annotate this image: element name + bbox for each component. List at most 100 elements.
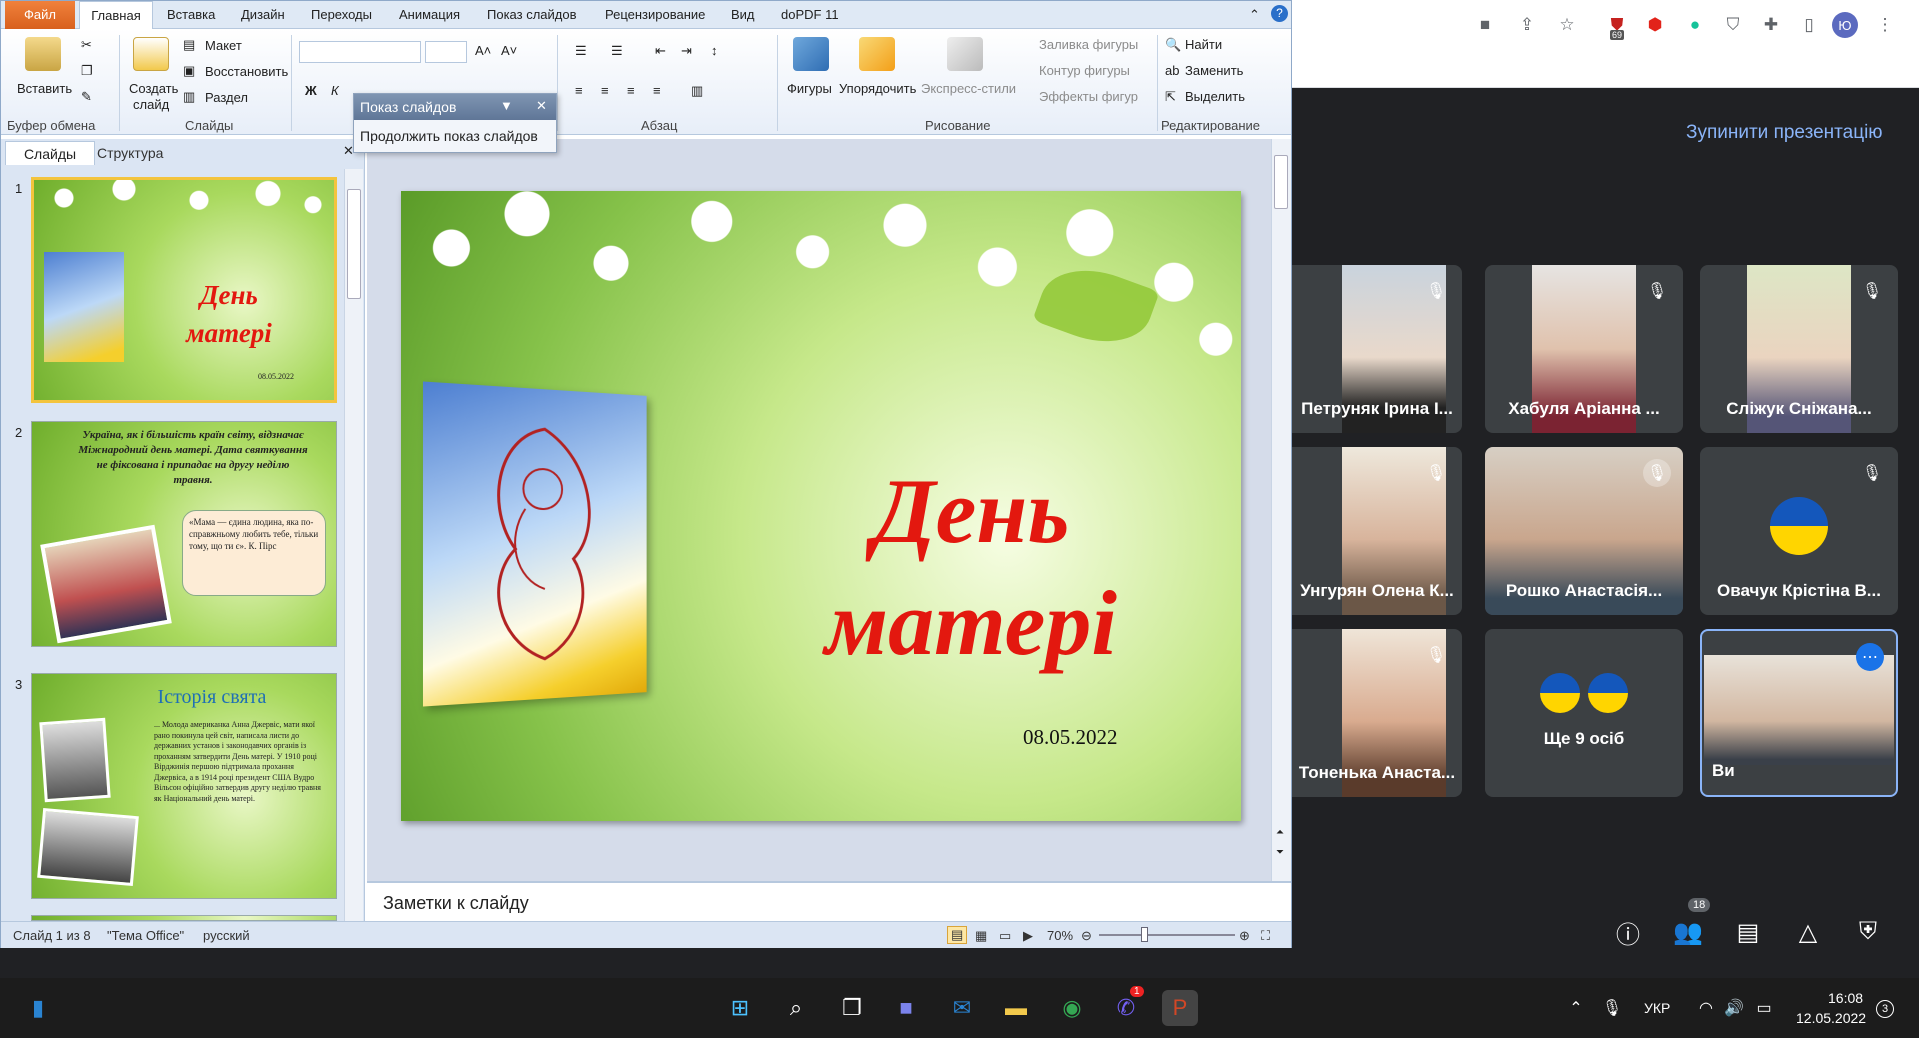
- paste-icon[interactable]: [25, 37, 61, 71]
- menu-dots-icon[interactable]: ⋮: [1872, 12, 1898, 38]
- powerpoint-icon[interactable]: P: [1162, 990, 1198, 1026]
- slide-date[interactable]: 08.05.2022: [1023, 725, 1118, 750]
- resume-slideshow-item[interactable]: Продолжить показ слайдов: [360, 128, 538, 144]
- align-left-icon[interactable]: ≡: [575, 83, 583, 98]
- layout-button[interactable]: Макет: [205, 38, 242, 53]
- viber-icon[interactable]: ✆ 1: [1108, 990, 1144, 1026]
- bookmark-star-icon[interactable]: ☆: [1554, 12, 1580, 38]
- section-button[interactable]: Раздел: [205, 90, 248, 105]
- next-slide-icon[interactable]: ⏷: [1276, 847, 1284, 858]
- slide-sorter-icon[interactable]: ▦: [975, 928, 987, 944]
- find-button[interactable]: Найти: [1185, 37, 1222, 52]
- select-button[interactable]: Выделить: [1185, 89, 1245, 104]
- bullets-icon[interactable]: ☰: [575, 43, 587, 59]
- side-panel-icon[interactable]: ▯: [1796, 12, 1822, 38]
- folder-icon[interactable]: ▮: [20, 990, 56, 1026]
- participant-tile[interactable]: 🎙 Петруняк Ірина І...: [1292, 265, 1462, 433]
- bold-icon[interactable]: Ж: [305, 83, 317, 98]
- participant-tile[interactable]: 🎙 Унгурян Олена К...: [1292, 447, 1462, 615]
- quick-styles-button[interactable]: Экспресс-стили: [921, 81, 1016, 96]
- participant-tile[interactable]: 🎙 Рошко Анастасія...: [1485, 447, 1683, 615]
- mail-icon[interactable]: ✉: [944, 990, 980, 1026]
- reset-button[interactable]: Восстановить: [205, 64, 288, 79]
- grow-font-icon[interactable]: A˄: [475, 43, 491, 58]
- shapes-icon[interactable]: [793, 37, 829, 71]
- cut-icon[interactable]: ✂: [81, 37, 92, 53]
- quick-styles-icon[interactable]: [947, 37, 983, 71]
- camera-icon[interactable]: ■: [1472, 12, 1498, 38]
- arrange-button[interactable]: Упорядочить: [839, 81, 916, 96]
- more-options-icon[interactable]: ⋯: [1856, 643, 1884, 671]
- info-icon[interactable]: ⓘ: [1608, 912, 1648, 952]
- participant-tile[interactable]: 🎙 Хабуля Аріанна ...: [1485, 265, 1683, 433]
- zoom-out-icon[interactable]: ⊖: [1081, 928, 1092, 944]
- tab-home[interactable]: Главная: [79, 1, 153, 30]
- editor-scrollbar[interactable]: ⏶ ⏷: [1271, 139, 1291, 881]
- participant-tile[interactable]: 🎙 Тоненька Анаста...: [1292, 629, 1462, 797]
- zoom-level[interactable]: 70%: [1047, 928, 1073, 943]
- tab-file[interactable]: Файл: [5, 1, 75, 29]
- tab-slideshow[interactable]: Показ слайдов: [487, 7, 577, 22]
- new-slide-button-line2[interactable]: слайд: [133, 97, 169, 112]
- battery-icon[interactable]: ▭: [1746, 990, 1782, 1026]
- shapes-button[interactable]: Фигуры: [787, 81, 832, 96]
- tab-review[interactable]: Рецензирование: [605, 7, 705, 22]
- popup-dropdown-icon[interactable]: ▼: [500, 98, 513, 113]
- clock-date[interactable]: 12.05.2022: [1796, 1010, 1866, 1026]
- shrink-font-icon[interactable]: A˅: [501, 43, 517, 58]
- font-name-dropdown[interactable]: [299, 41, 421, 63]
- tab-animation[interactable]: Анимация: [399, 7, 460, 22]
- people-icon[interactable]: 👥 18: [1668, 912, 1708, 952]
- arrange-icon[interactable]: [859, 37, 895, 71]
- zoom-in-icon[interactable]: ⊕: [1239, 928, 1250, 944]
- collapse-ribbon-icon[interactable]: ⌃: [1249, 7, 1260, 23]
- help-icon[interactable]: ?: [1271, 5, 1288, 22]
- align-center-icon[interactable]: ≡: [601, 83, 609, 98]
- replace-button[interactable]: Заменить: [1185, 63, 1243, 78]
- new-slide-button-line1[interactable]: Создать: [129, 81, 178, 96]
- notes-area[interactable]: Заметки к слайду: [367, 881, 1291, 921]
- theme-name[interactable]: "Тема Office": [107, 928, 184, 943]
- participant-tile[interactable]: 🎙 Сліжук Сніжана...: [1700, 265, 1898, 433]
- slide-thumbnail-1[interactable]: День матері 08.05.2022: [31, 177, 337, 403]
- tab-design[interactable]: Дизайн: [241, 7, 285, 22]
- pane-scrollbar[interactable]: [344, 169, 363, 921]
- format-painter-icon[interactable]: ✎: [81, 89, 92, 105]
- self-tile[interactable]: ⋯ Ви: [1700, 629, 1898, 797]
- slide-title[interactable]: День матері: [761, 455, 1181, 679]
- adblock-icon[interactable]: ⬢: [1642, 12, 1668, 38]
- slideshow-view-icon[interactable]: ▶: [1023, 928, 1033, 944]
- host-controls-icon[interactable]: ⛨: [1848, 912, 1888, 952]
- zoom-slider[interactable]: [1099, 934, 1235, 936]
- fit-to-window-icon[interactable]: ⛶: [1261, 928, 1270, 944]
- clock-time[interactable]: 16:08: [1828, 990, 1863, 1006]
- paste-button[interactable]: Вставить: [17, 81, 72, 96]
- scroll-thumb[interactable]: [1274, 155, 1288, 209]
- participant-tile[interactable]: 🎙 Овачук Крістіна В...: [1700, 447, 1898, 615]
- stop-presenting-button[interactable]: Зупинити презентацію: [1686, 122, 1883, 144]
- columns-icon[interactable]: ▥: [691, 83, 703, 99]
- activities-icon[interactable]: △: [1788, 912, 1828, 952]
- search-icon[interactable]: ⌕: [778, 990, 814, 1026]
- chat-icon[interactable]: ▤: [1728, 912, 1768, 952]
- reading-view-icon[interactable]: ▭: [999, 928, 1011, 944]
- notification-count[interactable]: 3: [1876, 1000, 1894, 1018]
- microphone-icon[interactable]: 🎙: [1594, 990, 1630, 1026]
- numbering-icon[interactable]: ☰: [611, 43, 623, 59]
- tab-transitions[interactable]: Переходы: [311, 7, 372, 22]
- shield-icon[interactable]: ⛉: [1720, 12, 1746, 38]
- show-hidden-icons[interactable]: ⌃: [1558, 990, 1594, 1026]
- share-icon[interactable]: ⇪: [1514, 12, 1540, 38]
- task-view-icon[interactable]: ❐: [834, 990, 870, 1026]
- normal-view-icon[interactable]: ▤: [947, 926, 967, 944]
- tab-slides[interactable]: Слайды: [5, 141, 95, 165]
- copy-icon[interactable]: ❐: [81, 63, 93, 79]
- tab-outline[interactable]: Структура: [97, 145, 163, 161]
- grammarly-icon[interactable]: ●: [1682, 12, 1708, 38]
- shape-fill-button[interactable]: Заливка фигуры: [1039, 37, 1138, 52]
- start-icon[interactable]: ⊞: [722, 990, 758, 1026]
- chrome-icon[interactable]: ◉: [1054, 990, 1090, 1026]
- profile-avatar[interactable]: Ю: [1832, 12, 1858, 38]
- justify-icon[interactable]: ≡: [653, 83, 661, 98]
- mother-child-image[interactable]: [423, 381, 647, 706]
